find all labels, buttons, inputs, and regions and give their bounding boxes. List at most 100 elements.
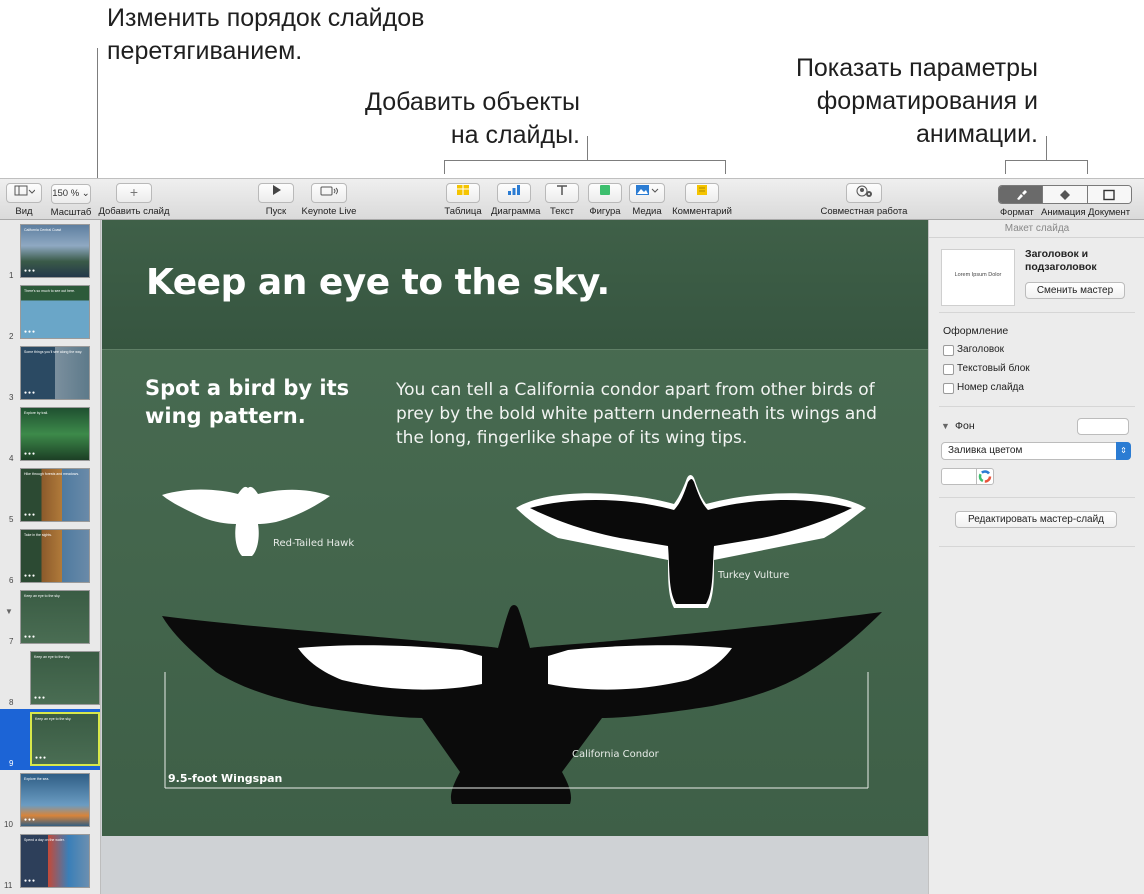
slide-thumbnail[interactable]: Some things you'll see along the way. ●●● (20, 346, 90, 400)
collaborate-icon (856, 185, 872, 197)
view-control[interactable]: Вид (6, 183, 42, 217)
slide-thumbnail[interactable]: Explore the sea. ●●● (20, 773, 90, 827)
chart-icon (508, 185, 520, 195)
media-label: Медиа (632, 206, 662, 217)
collaborate-button[interactable] (846, 183, 882, 203)
comment-button[interactable] (685, 183, 719, 203)
keynote-live-control[interactable]: Keynote Live (301, 183, 357, 217)
inspector-header: Макет слайда (929, 220, 1144, 238)
shape-button[interactable] (588, 183, 622, 203)
zoom-control[interactable]: 150 % ⌄ Масштаб (50, 183, 92, 218)
shape-control[interactable]: Фигура (586, 183, 624, 217)
slide-thumbnail-row[interactable]: California Central Coast ●●● 1 (0, 221, 100, 282)
thumbnail-dots: ●●● (24, 451, 37, 457)
slide-thumbnail-row[interactable]: Spend a day on the water. ●●● 11 (0, 831, 100, 892)
chart-button[interactable] (497, 183, 531, 203)
slide-thumbnail-row[interactable]: Keep an eye to the sky. ●●● 9 (0, 709, 100, 770)
slide-thumbnail-row[interactable]: Some things you'll see along the way. ●●●… (0, 343, 100, 404)
slide-thumbnail[interactable]: Explore by trail. ●●● (20, 407, 90, 461)
slide-thumbnail[interactable]: Keep an eye to the sky. ●●● (30, 712, 100, 766)
text-button[interactable] (545, 183, 579, 203)
callout-reorder: Изменить порядок слайдов перетягиванием. (107, 2, 424, 68)
slide-thumbnail-row[interactable]: There's so much to see out here. ●●● 2 (0, 282, 100, 343)
callout-format-line2: форматирования и (816, 87, 1038, 115)
slide-thumbnail-row[interactable]: Explore by trail. ●●● 4 (0, 404, 100, 465)
group-disclosure-icon[interactable]: ▼ (5, 607, 13, 616)
slide-thumbnail-caption: Some things you'll see along the way. (24, 350, 83, 354)
table-icon (457, 185, 469, 195)
keynote-live-icon (320, 186, 338, 196)
format-tab[interactable] (999, 186, 1044, 203)
fill-type-select[interactable]: Заливка цветом ⇕ (941, 442, 1131, 460)
slide-thumbnail[interactable]: There's so much to see out here. ●●● (20, 285, 90, 339)
edit-master-button[interactable]: Редактировать мастер-слайд (955, 511, 1117, 528)
shape-icon (600, 185, 610, 195)
chart-control[interactable]: Диаграмма (491, 183, 540, 217)
slide-thumbnail[interactable]: Spend a day on the water. ●●● (20, 834, 90, 888)
slide-thumbnail-row[interactable]: Keep an eye to the sky. ●●● 8 (0, 648, 100, 709)
play-icon (273, 185, 281, 195)
animate-tab[interactable] (1043, 186, 1088, 203)
slide-thumbnail-caption: Hike through forests and meadows. (24, 472, 80, 476)
play-label: Пуск (265, 206, 287, 217)
slide-thumbnail-row[interactable]: Hike through forests and meadows. ●●● 5 (0, 465, 100, 526)
format-label: Формат (1000, 207, 1034, 218)
slide-navigator[interactable]: California Central Coast ●●● 1 There's so m… (0, 220, 101, 894)
document-tab[interactable] (1087, 186, 1131, 203)
play-button[interactable] (258, 183, 294, 203)
disclosure-triangle-icon[interactable]: ▼ (941, 421, 950, 431)
play-control[interactable]: Пуск (258, 183, 294, 217)
slide-thumbnail[interactable]: Keep an eye to the sky. ●●● (20, 590, 90, 644)
slide-thumbnail-caption: Keep an eye to the sky. (34, 655, 71, 659)
slide-thumbnail[interactable]: Keep an eye to the sky. ●●● (30, 651, 100, 705)
fill-color-well[interactable] (941, 468, 977, 485)
thumbnail-dots: ●●● (34, 695, 47, 701)
thumbnail-dots: ●●● (24, 268, 37, 274)
slide-number-checkbox[interactable] (943, 383, 954, 394)
background-color-well[interactable] (1077, 418, 1129, 435)
comment-icon (697, 185, 707, 195)
fill-type-value: Заливка цветом (948, 445, 1023, 456)
slide-thumbnail-caption: Explore by trail. (24, 411, 49, 415)
callout-format-line3: анимации. (916, 120, 1038, 148)
view-button[interactable] (6, 183, 42, 203)
keynote-live-button[interactable] (311, 183, 347, 203)
color-wheel-button[interactable] (976, 468, 994, 485)
media-icon (636, 185, 659, 195)
body-checkbox[interactable] (943, 364, 954, 375)
table-button[interactable] (446, 183, 480, 203)
table-control[interactable]: Таблица (444, 183, 482, 217)
view-label: Вид (15, 206, 33, 217)
paintbrush-icon (1016, 189, 1027, 200)
slide-thumbnail-caption: Spend a day on the water. (24, 838, 65, 842)
divider (939, 497, 1135, 498)
media-button[interactable] (629, 183, 665, 203)
wingspan-label: 9.5-foot Wingspan (168, 772, 283, 785)
background-title: Фон (955, 420, 975, 432)
comment-control[interactable]: Комментарий (672, 183, 732, 217)
add-slide-button[interactable]: + (116, 183, 152, 203)
text-control[interactable]: Текст (544, 183, 580, 217)
slide-canvas[interactable]: Keep an eye to the sky. Spot a bird by i… (102, 220, 928, 836)
add-slide-control[interactable]: + Добавить слайд (98, 183, 170, 217)
master-thumbnail[interactable]: Lorem Ipsum Dolor (941, 249, 1015, 306)
slide-thumbnail-row[interactable]: Keep an eye to the sky. ●●● 7 ▼ (0, 587, 100, 648)
zoom-value: 150 % (52, 188, 80, 199)
title-checkbox[interactable] (943, 345, 954, 356)
collaborate-control[interactable]: Совместная работа (820, 183, 908, 217)
change-master-button[interactable]: Сменить мастер (1025, 282, 1125, 299)
slide-thumbnail-row[interactable]: Take in the sights. ●●● 6 (0, 526, 100, 587)
slide-thumbnail[interactable]: California Central Coast ●●● (20, 224, 90, 278)
callout-add-bracket-right (725, 160, 726, 174)
slide-thumbnail[interactable]: Take in the sights. ●●● (20, 529, 90, 583)
slide-thumbnail-row[interactable]: Explore the sea. ●●● 10 (0, 770, 100, 831)
select-arrows-icon: ⇕ (1116, 442, 1131, 460)
media-control[interactable]: Медиа (628, 183, 666, 217)
master-name: Заголовок и подзаголовок (1025, 248, 1097, 273)
inspector-switch[interactable] (998, 185, 1132, 204)
callout-add-objects: Добавить объекты на слайды. (318, 86, 580, 152)
slide-thumbnail[interactable]: Hike through forests and meadows. ●●● (20, 468, 90, 522)
zoom-select[interactable]: 150 % ⌄ (51, 184, 91, 204)
turkey-vulture-silhouette[interactable] (516, 475, 866, 608)
slide-number: 5 (9, 515, 14, 524)
